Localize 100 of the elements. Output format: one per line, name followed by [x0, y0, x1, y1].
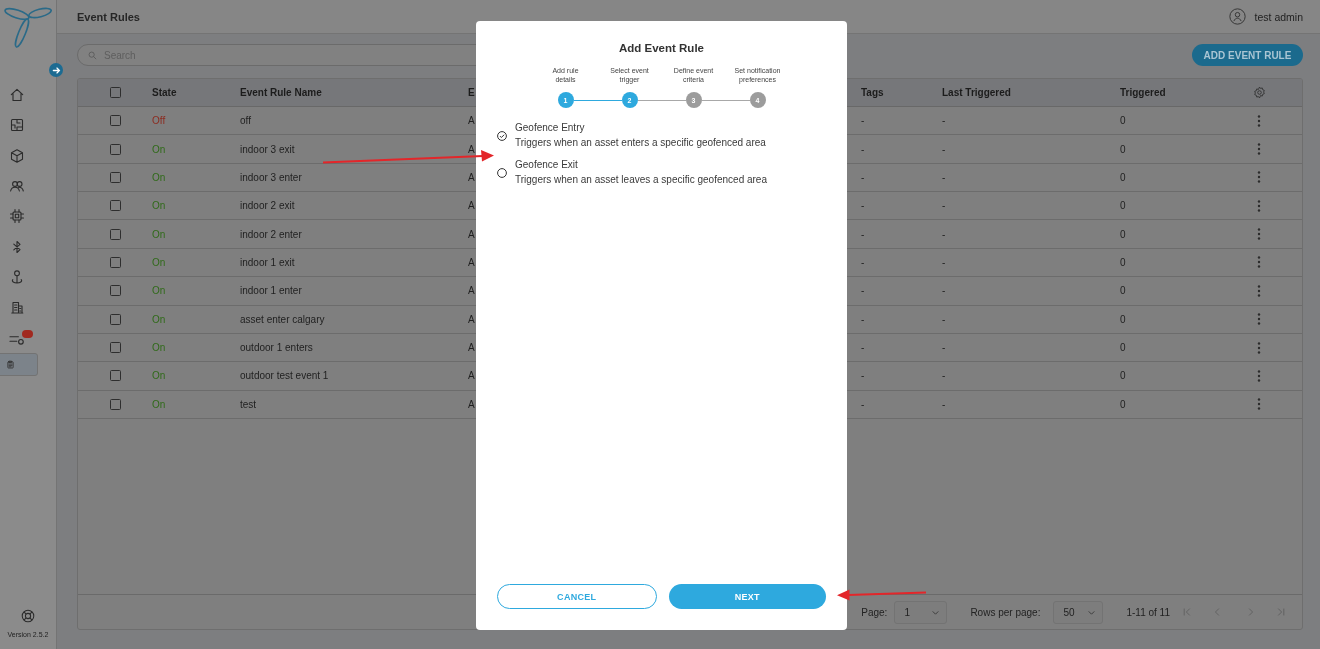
lifebuoy-icon[interactable] [21, 609, 35, 623]
kebab-menu-icon[interactable] [1257, 199, 1261, 212]
table-cell: A [468, 200, 475, 212]
status-text: On [152, 256, 166, 268]
radio-icon[interactable] [497, 167, 507, 178]
table-cell: outdoor test event 1 [240, 370, 329, 382]
table-cell: - [861, 313, 865, 325]
kebab-menu-icon[interactable] [1257, 228, 1261, 241]
home-icon [8, 87, 25, 104]
table-cell: - [942, 342, 946, 354]
table-cell: - [861, 398, 865, 410]
check-circle-icon[interactable] [497, 130, 507, 141]
table-cell: A [468, 313, 475, 325]
building-icon [8, 299, 25, 316]
table-cell: - [942, 285, 946, 297]
table-cell: - [942, 115, 946, 127]
table-cell: test [240, 398, 257, 410]
checkbox[interactable] [110, 115, 121, 127]
next-button[interactable]: NEXT [668, 584, 826, 609]
table-cell: - [861, 228, 865, 240]
table-cell: indoor 3 exit [240, 143, 295, 155]
page-label: Page: [861, 606, 888, 618]
add-event-rule-button[interactable]: ADD EVENT RULE [1192, 44, 1303, 66]
checkbox[interactable] [110, 171, 121, 183]
kebab-menu-icon[interactable] [1257, 369, 1261, 382]
table-cell: 0 [1120, 313, 1126, 325]
rows-per-page-label: Rows per page: [970, 606, 1041, 618]
table-cell: - [942, 313, 946, 325]
table-cell: off [240, 115, 251, 127]
cube-icon [8, 147, 25, 164]
chip-icon [8, 208, 25, 225]
kebab-menu-icon[interactable] [1257, 398, 1261, 411]
status-text: On [152, 342, 166, 354]
table-cell: - [861, 143, 865, 155]
page-range-text: 1-11 of 11 [1126, 606, 1170, 618]
table-cell: - [942, 143, 946, 155]
status-text: On [152, 228, 166, 240]
clipboard-icon [5, 359, 15, 369]
kebab-menu-icon[interactable] [1257, 341, 1261, 354]
kebab-menu-icon[interactable] [1257, 313, 1261, 326]
column-header: Last Triggered [942, 87, 1011, 98]
table-cell: indoor 2 exit [240, 200, 295, 212]
table-cell: indoor 3 enter [240, 171, 302, 183]
option-title: Geofence Exit [515, 159, 578, 171]
user-icon[interactable] [1228, 8, 1246, 25]
table-cell: - [861, 171, 865, 183]
kebab-menu-icon[interactable] [1257, 171, 1261, 184]
user-name[interactable]: test admin [1254, 10, 1303, 23]
sidebar-item[interactable] [0, 352, 38, 376]
step-connector [701, 99, 750, 101]
table-cell: - [942, 200, 946, 212]
checkbox[interactable] [110, 143, 121, 155]
table-cell: 0 [1120, 370, 1126, 382]
kebab-menu-icon[interactable] [1257, 256, 1261, 269]
column-header: Tags [861, 87, 884, 98]
table-cell: A [468, 115, 475, 127]
status-text: On [152, 370, 166, 382]
table-cell: - [861, 370, 865, 382]
people-icon [8, 178, 25, 195]
column-header: Triggered [1120, 87, 1166, 98]
table-cell: 0 [1120, 228, 1126, 240]
checkbox[interactable] [110, 256, 121, 268]
table-cell: A [468, 256, 475, 268]
table-cell: indoor 1 enter [240, 285, 302, 297]
table-cell: 0 [1120, 398, 1126, 410]
settings-icon[interactable] [1253, 86, 1266, 99]
table-cell: asset enter calgary [240, 313, 325, 325]
table-cell: - [942, 370, 946, 382]
cancel-button[interactable]: CANCEL [497, 584, 657, 609]
column-header: Event Rule Name [240, 87, 322, 98]
table-cell: - [942, 398, 946, 410]
table-cell: - [861, 256, 865, 268]
arrow-right-icon [51, 65, 61, 75]
checkbox[interactable] [110, 228, 121, 240]
table-cell: 0 [1120, 200, 1126, 212]
checkbox[interactable] [110, 313, 121, 325]
table-cell: 0 [1120, 143, 1126, 155]
expand-button[interactable] [49, 63, 63, 77]
checkbox[interactable] [110, 200, 121, 212]
table-cell: - [861, 200, 865, 212]
status-text: On [152, 171, 166, 183]
table-cell: 0 [1120, 342, 1126, 354]
table-cell: A [468, 171, 475, 183]
checkbox[interactable] [110, 398, 121, 410]
rows-per-page-select[interactable]: 50 [1053, 600, 1104, 624]
page-select[interactable]: 1 [894, 600, 948, 624]
kebab-menu-icon[interactable] [1257, 114, 1261, 127]
status-text: On [152, 398, 166, 410]
floor-plan-icon [8, 117, 25, 134]
table-cell: - [861, 115, 865, 127]
list-icon [9, 334, 24, 345]
checkbox[interactable] [110, 87, 121, 98]
kebab-menu-icon[interactable] [1257, 143, 1261, 156]
table-cell: outdoor 1 enters [240, 342, 313, 354]
checkbox[interactable] [110, 285, 121, 297]
table-cell: 0 [1120, 256, 1126, 268]
checkbox[interactable] [110, 342, 121, 354]
kebab-menu-icon[interactable] [1257, 284, 1261, 297]
checkbox[interactable] [110, 370, 121, 382]
table-cell: 0 [1120, 285, 1126, 297]
